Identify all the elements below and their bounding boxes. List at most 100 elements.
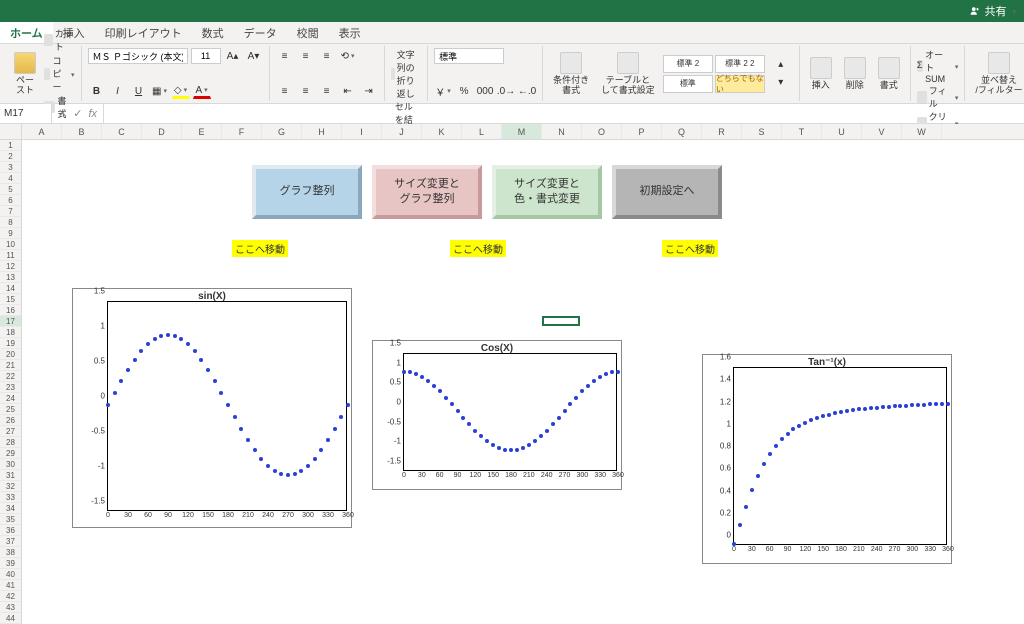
row-header[interactable]: 35	[0, 514, 21, 525]
column-header[interactable]: U	[822, 124, 862, 139]
column-header[interactable]: R	[702, 124, 742, 139]
row-header[interactable]: 23	[0, 382, 21, 393]
row-header[interactable]: 40	[0, 569, 21, 580]
paste-button[interactable]: ペースト	[10, 50, 40, 98]
font-color-button[interactable]: A	[193, 83, 211, 99]
selected-cell[interactable]	[542, 316, 580, 326]
column-header[interactable]: K	[422, 124, 462, 139]
column-header[interactable]: S	[742, 124, 782, 139]
column-header[interactable]: A	[22, 124, 62, 139]
row-header[interactable]: 6	[0, 195, 21, 206]
column-header[interactable]: D	[142, 124, 182, 139]
column-header[interactable]: P	[622, 124, 662, 139]
indent-decrease-button[interactable]: ⇤	[339, 83, 357, 99]
font-name-select[interactable]	[88, 48, 188, 64]
align-bottom-button[interactable]: ≡	[318, 48, 336, 64]
share-button[interactable]: 共有	[970, 3, 1016, 19]
formula-input[interactable]	[104, 104, 1024, 123]
row-header[interactable]: 33	[0, 492, 21, 503]
column-header[interactable]: J	[382, 124, 422, 139]
row-header[interactable]: 39	[0, 558, 21, 569]
format-as-table-button[interactable]: テーブルと して書式設定	[597, 50, 659, 98]
styles-scroll-down[interactable]: ▾	[772, 75, 790, 91]
row-header[interactable]: 31	[0, 470, 21, 481]
row-header[interactable]: 1	[0, 140, 21, 151]
row-header[interactable]: 9	[0, 228, 21, 239]
macro-button[interactable]: グラフ整列	[252, 165, 362, 219]
row-header[interactable]: 12	[0, 261, 21, 272]
tab-印刷レイアウト[interactable]: 印刷レイアウト	[95, 22, 192, 43]
row-header[interactable]: 25	[0, 404, 21, 415]
select-all-corner[interactable]	[0, 124, 22, 140]
bold-button[interactable]: B	[88, 83, 106, 99]
row-header[interactable]: 26	[0, 415, 21, 426]
row-header[interactable]: 29	[0, 448, 21, 459]
column-header[interactable]: E	[182, 124, 222, 139]
chart[interactable]: Cos(X)-1.5-1-0.500.511.50306090120150180…	[372, 340, 622, 490]
cell-style-4[interactable]: どちらでもない	[715, 75, 765, 93]
column-header[interactable]: M	[502, 124, 542, 139]
underline-button[interactable]: U	[130, 83, 148, 99]
italic-button[interactable]: I	[109, 83, 127, 99]
enter-icon[interactable]: ✓	[73, 107, 82, 120]
row-header[interactable]: 36	[0, 525, 21, 536]
row-header[interactable]: 42	[0, 591, 21, 602]
indent-increase-button[interactable]: ⇥	[360, 83, 378, 99]
align-right-button[interactable]: ≡	[318, 83, 336, 99]
column-header[interactable]: N	[542, 124, 582, 139]
format-button[interactable]: 書式	[874, 55, 904, 93]
autosum-button[interactable]: Σオート SUM	[917, 48, 959, 84]
row-header[interactable]: 21	[0, 360, 21, 371]
insert-button[interactable]: 挿入	[806, 55, 836, 93]
row-header[interactable]: 8	[0, 217, 21, 228]
row-header[interactable]: 28	[0, 437, 21, 448]
column-header[interactable]: B	[62, 124, 102, 139]
align-left-button[interactable]: ≡	[276, 83, 294, 99]
row-header[interactable]: 24	[0, 393, 21, 404]
align-center-button[interactable]: ≡	[297, 83, 315, 99]
row-header[interactable]: 2	[0, 151, 21, 162]
row-header[interactable]: 17	[0, 316, 21, 327]
name-box[interactable]: M17	[0, 104, 52, 123]
comma-button[interactable]: 000	[476, 83, 494, 99]
cell-style-2[interactable]: 標準 2 2	[715, 55, 765, 73]
wrap-text-button[interactable]: 文字列の折り返し	[391, 48, 422, 100]
row-header[interactable]: 27	[0, 426, 21, 437]
row-header[interactable]: 5	[0, 184, 21, 195]
tab-数式[interactable]: 数式	[192, 22, 234, 43]
row-header[interactable]: 37	[0, 536, 21, 547]
column-header[interactable]: H	[302, 124, 342, 139]
decrease-decimal-button[interactable]: ←.0	[518, 83, 536, 99]
row-header[interactable]: 18	[0, 327, 21, 338]
row-header[interactable]: 19	[0, 338, 21, 349]
styles-scroll-up[interactable]: ▴	[772, 57, 790, 73]
row-header[interactable]: 14	[0, 283, 21, 294]
cut-button[interactable]: カット	[44, 27, 75, 53]
tab-表示[interactable]: 表示	[329, 22, 371, 43]
copy-button[interactable]: コピー	[44, 54, 75, 93]
row-header[interactable]: 3	[0, 162, 21, 173]
macro-button[interactable]: 初期設定へ	[612, 165, 722, 219]
row-header[interactable]: 15	[0, 294, 21, 305]
row-header[interactable]: 10	[0, 239, 21, 250]
macro-button[interactable]: サイズ変更と 色・書式変更	[492, 165, 602, 219]
cancel-icon[interactable]: ✕	[58, 107, 67, 120]
row-header[interactable]: 11	[0, 250, 21, 261]
column-header[interactable]: I	[342, 124, 382, 139]
column-header[interactable]: T	[782, 124, 822, 139]
fx-icon[interactable]: fx	[88, 108, 97, 120]
tab-校閲[interactable]: 校閲	[287, 22, 329, 43]
align-middle-button[interactable]: ≡	[297, 48, 315, 64]
chart[interactable]: sin(X)-1.5-1-0.500.511.50306090120150180…	[72, 288, 352, 528]
delete-button[interactable]: 削除	[840, 55, 870, 93]
chart[interactable]: Tan⁻¹(x)00.20.40.60.811.21.41.6030609012…	[702, 354, 952, 564]
row-header[interactable]: 22	[0, 371, 21, 382]
align-top-button[interactable]: ≡	[276, 48, 294, 64]
row-header[interactable]: 7	[0, 206, 21, 217]
border-button[interactable]: ▦	[151, 83, 169, 99]
column-header[interactable]: W	[902, 124, 942, 139]
grid-body[interactable]: グラフ整列サイズ変更と グラフ整列サイズ変更と 色・書式変更初期設定へここへ移動…	[22, 140, 1024, 624]
cell-style-3[interactable]: 標準	[663, 75, 713, 93]
increase-decimal-button[interactable]: .0→	[497, 83, 515, 99]
orientation-button[interactable]: ⟲	[339, 48, 357, 64]
